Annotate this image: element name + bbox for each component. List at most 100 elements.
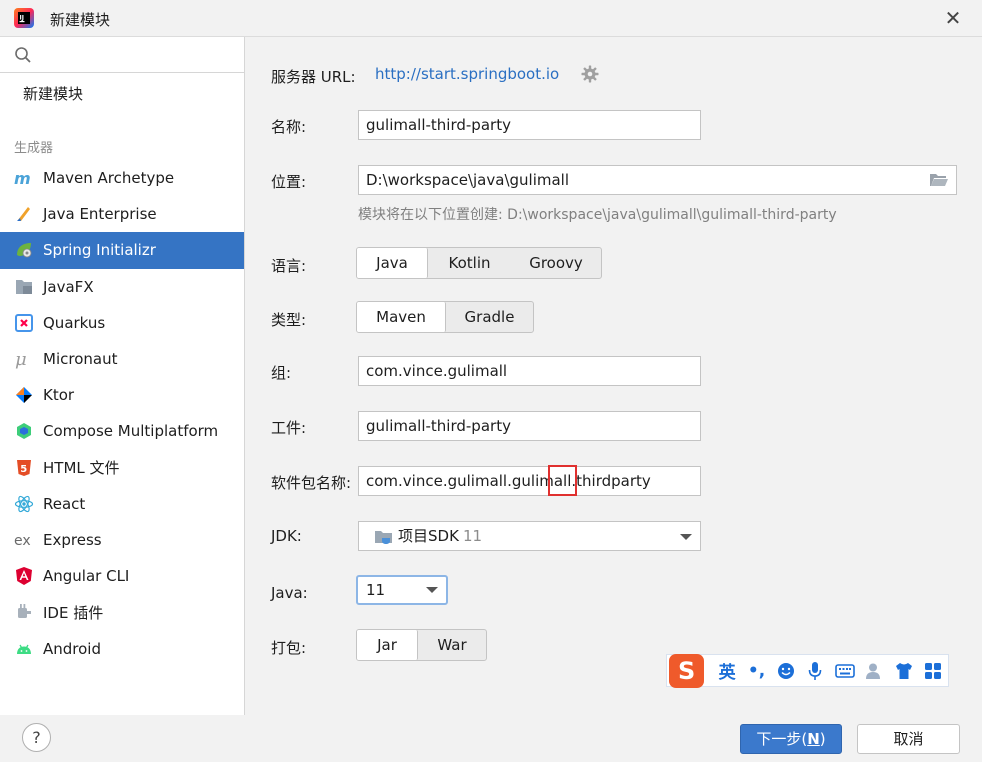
maven-icon: m — [14, 168, 34, 188]
folder-icon[interactable] — [929, 172, 949, 188]
sidebar-item-label: Maven Archetype — [43, 169, 175, 188]
emoji-icon[interactable] — [771, 659, 800, 683]
angular-icon — [14, 566, 34, 586]
ide-plugin-icon — [14, 602, 34, 622]
sidebar-item-html-file[interactable]: 5 HTML 文件 — [0, 450, 244, 486]
sidebar-item-label: HTML 文件 — [43, 459, 120, 478]
android-icon — [14, 639, 34, 659]
chevron-down-icon — [680, 534, 692, 540]
microphone-icon[interactable] — [801, 659, 830, 683]
sidebar-item-angular-cli[interactable]: Angular CLI — [0, 558, 244, 594]
server-url-link[interactable]: http://start.springboot.io — [375, 65, 559, 83]
jdk-name: 项目SDK — [398, 527, 459, 545]
language-label: 语言: — [271, 257, 307, 275]
sidebar-item-quarkus[interactable]: Quarkus — [0, 305, 244, 341]
name-input[interactable]: gulimall-third-party — [358, 110, 701, 140]
packaging-option-jar[interactable]: Jar — [357, 630, 418, 660]
packaging-option-war[interactable]: War — [418, 630, 486, 660]
jdk-label: JDK: — [271, 527, 302, 545]
packaging-label: 打包: — [271, 639, 307, 657]
generators-section-label: 生成器 — [14, 141, 54, 156]
language-selector: Java Kotlin Groovy — [356, 247, 602, 279]
user-icon[interactable] — [860, 659, 889, 683]
name-label: 名称: — [271, 118, 307, 136]
next-button[interactable]: 下一步(N) — [740, 724, 842, 754]
javafx-icon — [14, 277, 34, 297]
artifact-input[interactable]: gulimall-third-party — [358, 411, 701, 441]
group-label: 组: — [271, 364, 292, 382]
compose-icon — [14, 421, 34, 441]
language-option-groovy[interactable]: Groovy — [511, 248, 601, 278]
type-option-maven[interactable]: Maven — [357, 302, 446, 332]
artifact-label: 工件: — [271, 419, 307, 437]
group-input[interactable]: com.vince.gulimall — [358, 356, 701, 386]
main-form: 服务器 URL: http://start.springboot.io 名称: … — [246, 37, 982, 715]
type-label: 类型: — [271, 311, 307, 329]
gear-icon[interactable] — [581, 65, 599, 83]
jdk-select[interactable]: 项目SDK 11 — [358, 521, 701, 551]
express-icon: ex — [14, 530, 34, 550]
next-button-suffix: ) — [819, 730, 826, 748]
next-button-mnemonic: N — [807, 730, 820, 748]
svg-text:5: 5 — [20, 464, 27, 475]
sidebar-item-compose-multiplatform[interactable]: Compose Multiplatform — [0, 413, 244, 449]
help-button[interactable]: ? — [22, 723, 51, 752]
sidebar-item-micronaut[interactable]: μ Micronaut — [0, 341, 244, 377]
sidebar-item-express[interactable]: ex Express — [0, 522, 244, 558]
server-url-label: 服务器 URL: — [271, 68, 356, 86]
svg-text:IJ: IJ — [20, 15, 24, 22]
sidebar-item-label: Spring Initializr — [43, 241, 156, 260]
sidebar: 新建模块 生成器 m Maven Archetype Java Enterpri… — [0, 37, 245, 715]
close-icon[interactable]: ✕ — [942, 8, 964, 30]
svg-text:ex: ex — [14, 533, 31, 549]
ime-punctuation-toggle[interactable]: •, — [742, 659, 771, 683]
java-version-label: Java: — [271, 584, 308, 602]
sidebar-item-react[interactable]: React — [0, 486, 244, 522]
location-input[interactable]: D:\workspace\java\gulimall — [358, 165, 957, 195]
sidebar-item-ide-plugin[interactable]: IDE 插件 — [0, 594, 244, 630]
toolbox-grid-icon[interactable] — [919, 659, 948, 683]
html5-icon: 5 — [14, 458, 34, 478]
intellij-logo-icon: IJ — [14, 8, 34, 28]
window-title: 新建模块 — [50, 11, 111, 29]
sidebar-item-ktor[interactable]: Ktor — [0, 377, 244, 413]
sidebar-search[interactable] — [0, 37, 244, 73]
cancel-button[interactable]: 取消 — [857, 724, 960, 754]
sdk-folder-icon — [375, 531, 392, 544]
type-selector: Maven Gradle — [356, 301, 534, 333]
language-option-kotlin[interactable]: Kotlin — [428, 248, 511, 278]
sidebar-item-javafx[interactable]: JavaFX — [0, 269, 244, 305]
packaging-selector: Jar War — [356, 629, 487, 661]
sidebar-item-label: JavaFX — [43, 277, 94, 296]
sidebar-item-label: Ktor — [43, 386, 75, 405]
quarkus-icon — [14, 313, 34, 333]
sidebar-item-maven-archetype[interactable]: m Maven Archetype — [0, 160, 244, 196]
svg-text:μ: μ — [15, 349, 27, 369]
type-option-gradle[interactable]: Gradle — [446, 302, 533, 332]
package-name-input[interactable]: com.vince.gulimall.gulimall.thirdparty — [358, 466, 701, 496]
search-icon — [15, 47, 31, 63]
dialog-footer: ? 下一步(N) 取消 — [0, 715, 982, 762]
sidebar-item-android[interactable]: Android — [0, 630, 244, 666]
micronaut-icon: μ — [14, 349, 34, 369]
java-version-value: 11 — [366, 581, 386, 599]
sidebar-item-label: React — [43, 494, 86, 513]
ime-language-toggle[interactable]: 英 — [712, 659, 741, 683]
sidebar-item-java-enterprise[interactable]: Java Enterprise — [0, 196, 244, 232]
java-version-select[interactable]: 11 — [356, 575, 448, 605]
sidebar-item-new-module[interactable]: 新建模块 — [23, 83, 83, 104]
sidebar-item-label: Quarkus — [43, 313, 106, 332]
language-option-java[interactable]: Java — [357, 248, 428, 278]
sidebar-item-label: Express — [43, 530, 102, 549]
java-enterprise-icon — [14, 204, 34, 224]
sidebar-item-spring-initializr[interactable]: Spring Initializr — [0, 232, 244, 269]
keyboard-icon[interactable] — [830, 659, 859, 683]
sidebar-item-label: Angular CLI — [43, 567, 130, 586]
skin-shirt-icon[interactable] — [889, 659, 918, 683]
sidebar-item-label: Compose Multiplatform — [43, 422, 219, 441]
ime-toolbar: S 英 •, — [666, 653, 949, 688]
location-hint: 模块将在以下位置创建: D:\workspace\java\gulimall\g… — [358, 207, 837, 223]
sogou-logo-icon[interactable]: S — [669, 653, 705, 688]
spring-icon — [14, 240, 34, 260]
sidebar-item-label: IDE 插件 — [43, 603, 104, 622]
